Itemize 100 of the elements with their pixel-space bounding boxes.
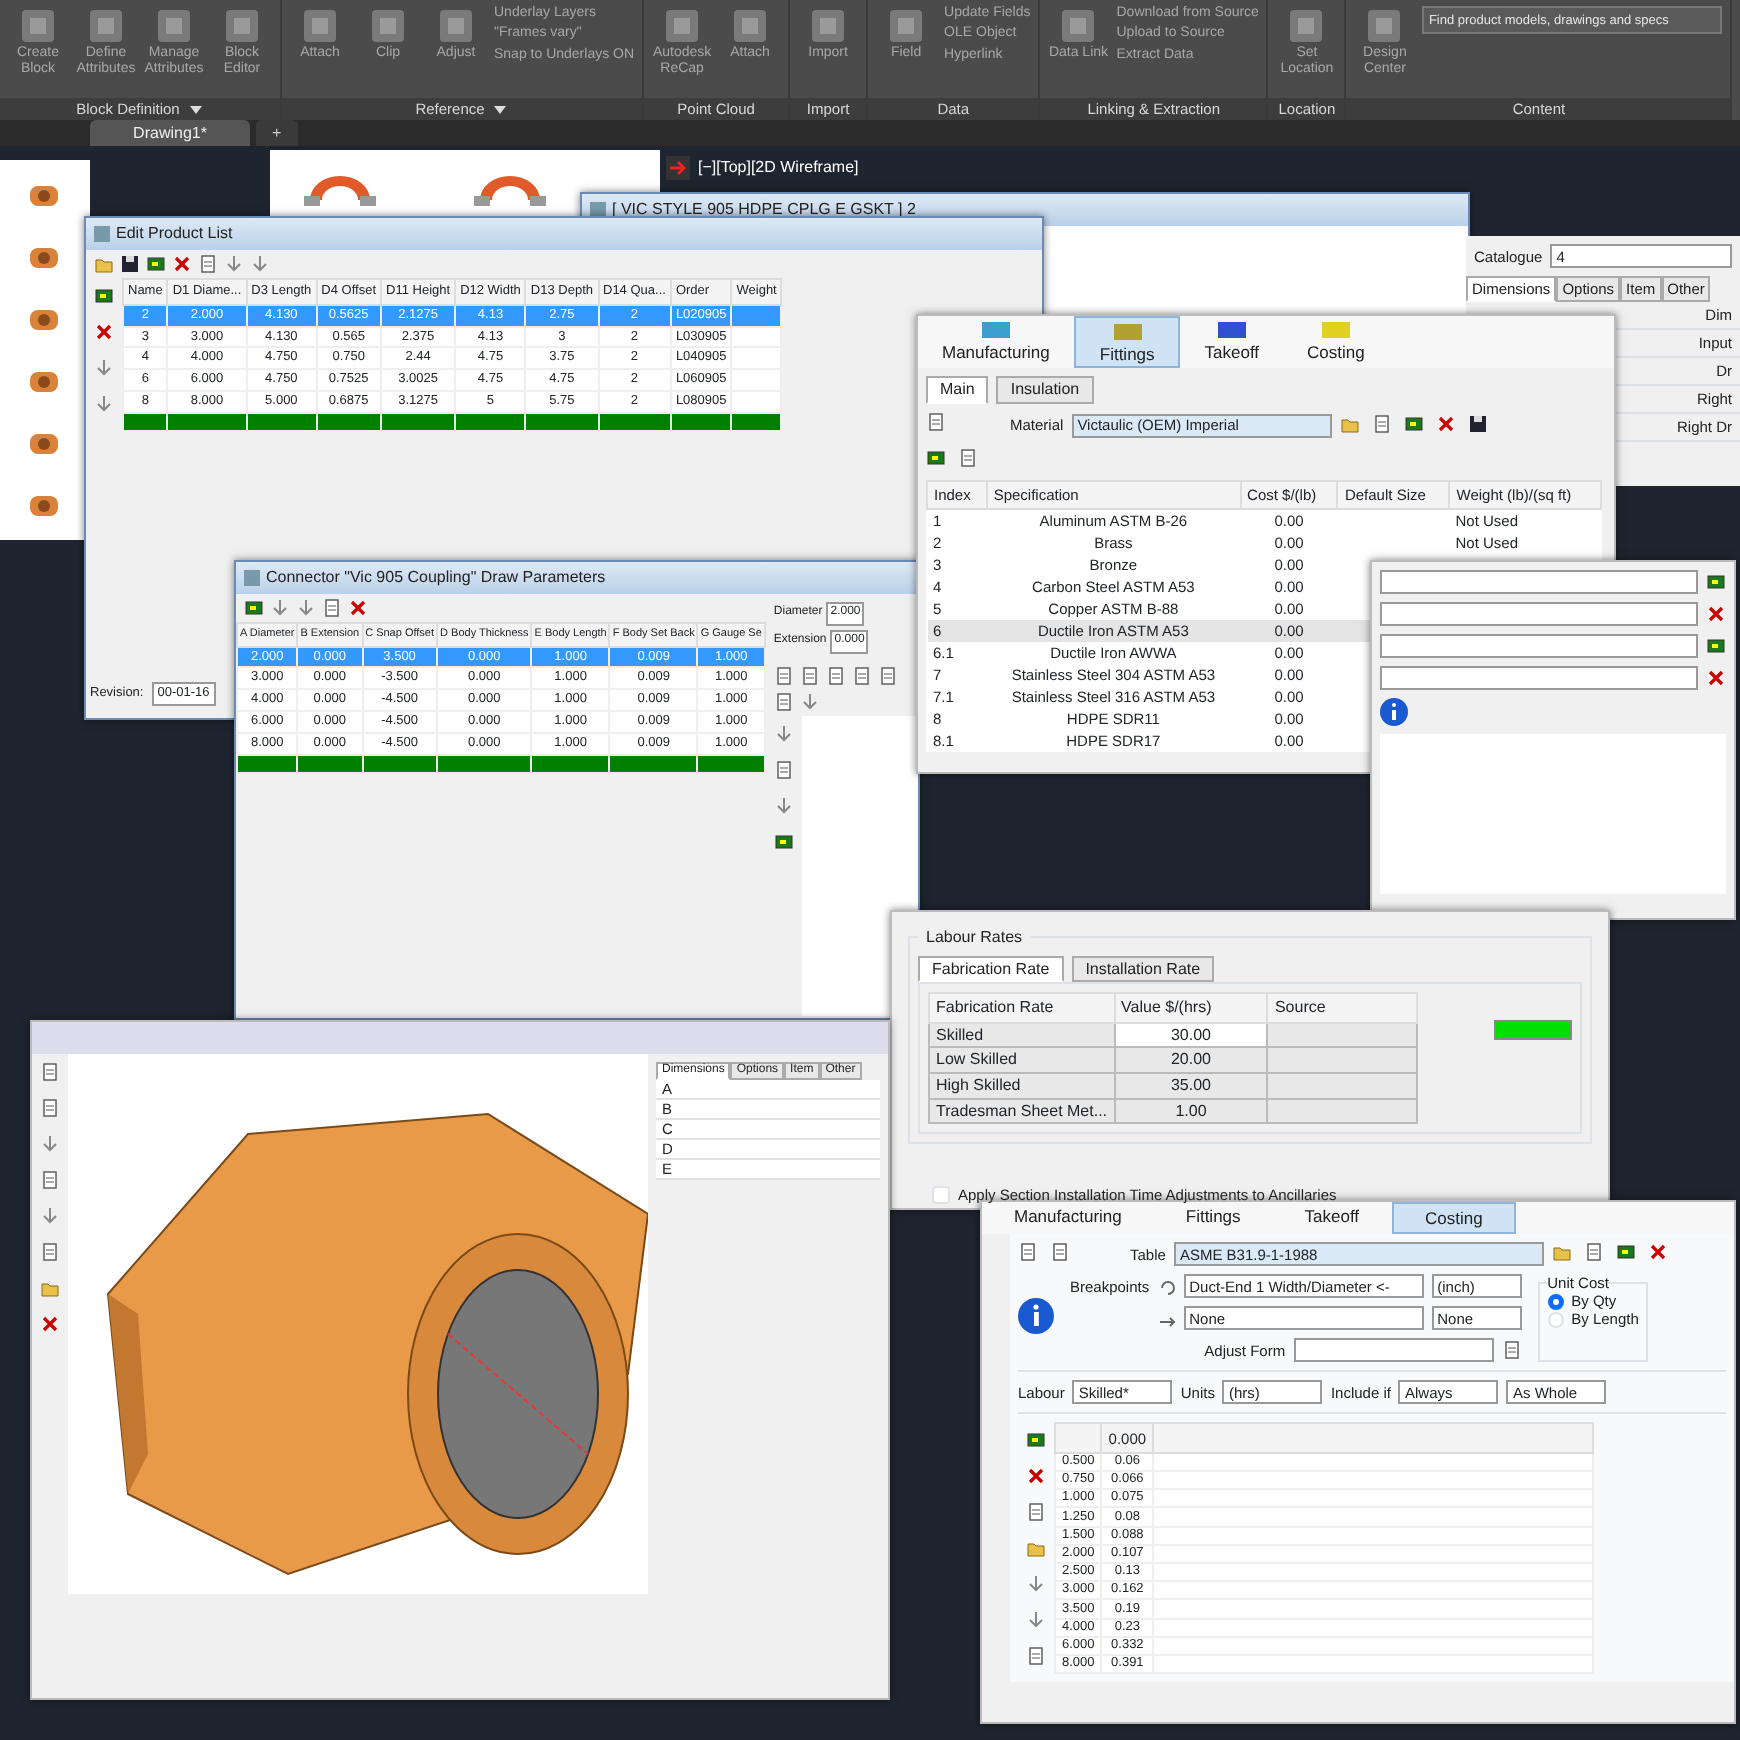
- document-icon[interactable]: [40, 1098, 60, 1118]
- add-row-icon[interactable]: [146, 254, 166, 274]
- viewport-label[interactable]: [−][Top][2D Wireframe]: [698, 158, 859, 178]
- document-icon[interactable]: [825, 666, 846, 686]
- delete-icon[interactable]: [1706, 604, 1726, 624]
- table-cell: 1.00: [1114, 1098, 1268, 1124]
- tool-icon: [1213, 318, 1250, 342]
- window-icon: [94, 226, 110, 242]
- document-icon[interactable]: [773, 692, 794, 712]
- add-row-icon[interactable]: [773, 832, 794, 852]
- folder-icon[interactable]: [40, 1278, 60, 1298]
- delete-icon[interactable]: [1026, 1466, 1046, 1487]
- document-icon[interactable]: [1501, 1340, 1522, 1361]
- arrow-icon[interactable]: [1026, 1610, 1046, 1631]
- folder-icon[interactable]: [1551, 1242, 1576, 1267]
- tool-icon: [1317, 318, 1354, 342]
- toolbar-tab[interactable]: Costing: [1283, 316, 1389, 369]
- tool-icon[interactable]: [222, 6, 262, 46]
- arrow-icon[interactable]: [1026, 1574, 1046, 1595]
- tool-icon[interactable]: [808, 6, 849, 46]
- tool-icon[interactable]: [730, 6, 771, 46]
- tool-icon[interactable]: [86, 6, 126, 46]
- arrow-icon[interactable]: [224, 254, 244, 274]
- folder-icon[interactable]: [1339, 413, 1364, 438]
- arrow-icon[interactable]: [296, 598, 316, 618]
- delete-icon[interactable]: [172, 254, 192, 274]
- arrow-icon[interactable]: [94, 358, 114, 378]
- arrow-icon[interactable]: [250, 254, 270, 274]
- color-swatch[interactable]: [1494, 1020, 1572, 1041]
- file-tab[interactable]: +: [256, 120, 298, 146]
- tool-icon[interactable]: [1058, 6, 1099, 46]
- rate-tab[interactable]: Installation Rate: [1071, 955, 1215, 983]
- save-icon[interactable]: [1467, 413, 1492, 438]
- toolbar-tab[interactable]: Manufacturing: [918, 316, 1074, 369]
- checkbox[interactable]: [932, 1186, 950, 1204]
- arrow-icon[interactable]: [773, 796, 794, 816]
- document-icon[interactable]: [773, 760, 794, 780]
- document-icon[interactable]: [851, 666, 872, 686]
- document-icon[interactable]: [799, 666, 820, 686]
- adjust-form-field[interactable]: [1293, 1338, 1494, 1363]
- folder-icon[interactable]: [1026, 1538, 1046, 1559]
- rate-tab[interactable]: Fabrication Rate: [918, 955, 1064, 983]
- toolbar-tab[interactable]: Costing: [1391, 1202, 1517, 1235]
- input-field[interactable]: [1380, 666, 1698, 690]
- document-icon[interactable]: [877, 666, 898, 686]
- arrow-icon[interactable]: [799, 692, 820, 712]
- document-icon[interactable]: [322, 598, 342, 618]
- toolbar-tab[interactable]: Fittings: [1153, 1202, 1273, 1235]
- document-icon[interactable]: [1026, 1646, 1046, 1667]
- table-cell: 20.00: [1114, 1047, 1268, 1073]
- document-icon[interactable]: [198, 254, 218, 274]
- toolbar-tab[interactable]: Takeoff: [1272, 1202, 1392, 1235]
- tool-icon[interactable]: [300, 6, 340, 46]
- info-icon: [1018, 1298, 1054, 1335]
- tool-icon[interactable]: [18, 6, 58, 46]
- input-field[interactable]: [1380, 634, 1698, 658]
- tool-icon[interactable]: [368, 6, 408, 46]
- add-row-icon[interactable]: [94, 286, 114, 306]
- document-icon[interactable]: [40, 1170, 60, 1190]
- add-row-icon[interactable]: [1706, 572, 1726, 592]
- tool-icon[interactable]: [154, 6, 194, 46]
- document-icon[interactable]: [40, 1062, 60, 1082]
- column-header[interactable]: Fabrication Rate: [929, 993, 1115, 1023]
- toolbar-tab[interactable]: Fittings: [1073, 316, 1181, 369]
- tool-icon[interactable]: [1286, 6, 1327, 46]
- input-field[interactable]: [1380, 570, 1698, 594]
- window-title: Connector "Vic 905 Coupling" Draw Parameters: [266, 568, 606, 588]
- tool-icon[interactable]: [1364, 6, 1405, 46]
- document-icon[interactable]: [40, 1242, 60, 1262]
- tool-icon[interactable]: [436, 6, 476, 46]
- arrow-icon[interactable]: [40, 1134, 60, 1154]
- input-field[interactable]: [1380, 602, 1698, 626]
- save-icon[interactable]: [120, 254, 140, 274]
- arrow-icon[interactable]: [94, 394, 114, 414]
- file-tab[interactable]: Drawing1*: [90, 120, 250, 146]
- tool-icon: [1109, 320, 1146, 344]
- document-icon[interactable]: [1026, 1502, 1046, 1523]
- table-cell: Low Skilled: [929, 1047, 1115, 1073]
- add-row-icon[interactable]: [1706, 636, 1726, 656]
- toolbar-tab[interactable]: Takeoff: [1180, 316, 1284, 369]
- arrow-icon[interactable]: [773, 724, 794, 744]
- viewport-icon[interactable]: [666, 156, 690, 180]
- column-header[interactable]: Source: [1267, 993, 1418, 1023]
- tool-icon[interactable]: [886, 6, 927, 46]
- column-header[interactable]: Value $/(hrs): [1114, 993, 1268, 1023]
- delete-icon[interactable]: [94, 322, 114, 342]
- delete-icon[interactable]: [40, 1314, 60, 1334]
- sub-tab[interactable]: Insulation: [996, 376, 1094, 404]
- toolbar-tab[interactable]: Manufacturing: [982, 1202, 1154, 1235]
- radio-button[interactable]: [1547, 1293, 1564, 1310]
- rotate-icon[interactable]: [1157, 1277, 1176, 1296]
- sub-tab[interactable]: Main: [926, 376, 989, 404]
- document-icon[interactable]: [773, 666, 794, 686]
- add-row-icon[interactable]: [1026, 1430, 1046, 1451]
- delete-icon[interactable]: [348, 598, 368, 618]
- tool-icon[interactable]: [662, 6, 703, 46]
- delete-icon[interactable]: [1706, 668, 1726, 688]
- arrow-icon[interactable]: [40, 1206, 60, 1226]
- table-cell: 30.00: [1114, 1022, 1268, 1048]
- add-row-icon[interactable]: [244, 598, 264, 618]
